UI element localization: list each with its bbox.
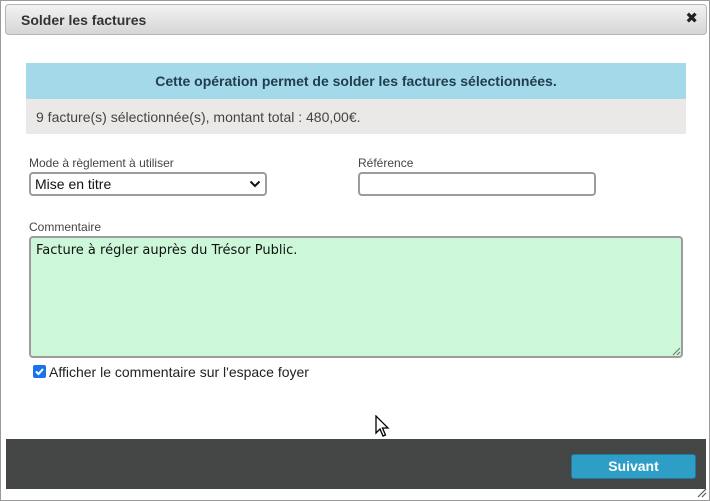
payment-mode-value: Mise en titre bbox=[35, 176, 112, 192]
selection-summary: 9 facture(s) sélectionnée(s), montant to… bbox=[26, 99, 686, 134]
comment-textarea[interactable]: Facture à régler auprès du Trésor Public… bbox=[29, 236, 683, 358]
payment-mode-select[interactable]: Mise en titre bbox=[29, 172, 267, 196]
dialog-footer: Suivant bbox=[6, 439, 706, 489]
reference-label: Référence bbox=[358, 156, 414, 170]
close-icon[interactable]: ✖ bbox=[685, 10, 698, 28]
checkmark-icon bbox=[35, 368, 44, 376]
resize-grip-icon[interactable] bbox=[694, 485, 707, 498]
resize-grip-icon[interactable] bbox=[669, 344, 681, 356]
show-comment-label[interactable]: Afficher le commentaire sur l'espace foy… bbox=[49, 364, 309, 380]
reference-input[interactable] bbox=[358, 172, 596, 196]
comment-label: Commentaire bbox=[29, 220, 102, 234]
dialog-titlebar[interactable]: Solder les factures ✖ bbox=[5, 4, 707, 35]
dialog: Solder les factures ✖ Cette opération pe… bbox=[0, 0, 710, 501]
dialog-title: Solder les factures bbox=[21, 12, 147, 28]
chevron-down-icon bbox=[249, 180, 261, 188]
info-banner: Cette opération permet de solder les fac… bbox=[26, 63, 686, 99]
payment-mode-label: Mode à règlement à utiliser bbox=[29, 156, 174, 170]
show-comment-checkbox[interactable] bbox=[33, 365, 46, 378]
mouse-pointer-icon bbox=[375, 415, 390, 437]
next-button[interactable]: Suivant bbox=[571, 454, 696, 479]
